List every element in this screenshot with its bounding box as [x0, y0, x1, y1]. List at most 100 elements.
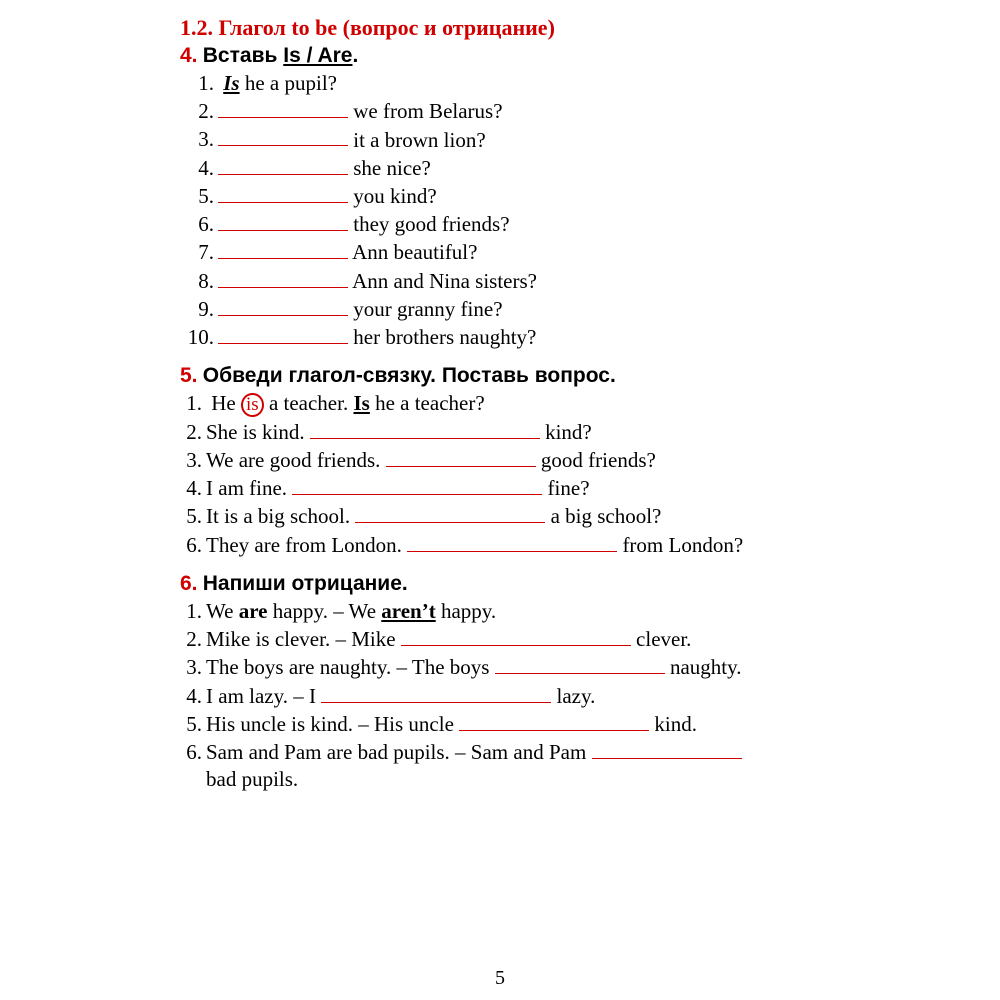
blank-field[interactable] [218, 267, 348, 288]
blank-field[interactable] [401, 625, 631, 646]
exercise-5-header: 5. Обведи глагол-связку. Поставь вопрос. [180, 363, 900, 388]
list-item: 4.I am lazy. – I lazy. [180, 682, 900, 710]
exercise-4-header: 4. Вставь Is / Are. [180, 43, 900, 68]
item-text: kind? [540, 420, 592, 444]
blank-field[interactable] [292, 474, 542, 495]
blank-field[interactable] [407, 531, 617, 552]
blank-field[interactable] [310, 418, 540, 439]
blank-field[interactable] [386, 446, 536, 467]
page-number: 5 [0, 967, 1000, 990]
item-text: He [211, 391, 236, 415]
item-text: happy. [436, 599, 496, 623]
item-number: 4. [180, 155, 214, 182]
item-text: a teacher. [269, 391, 354, 415]
item-text: a big school? [545, 504, 661, 528]
item-number: 8. [180, 268, 214, 295]
exercise-6-list: 1.We are happy. – We aren’t happy. 2.Mik… [180, 598, 900, 794]
blank-field[interactable] [321, 682, 551, 703]
blank-field[interactable] [218, 210, 348, 231]
item-number: 2. [180, 98, 214, 125]
item-number: 1. [180, 70, 214, 97]
exercise-instruction: Обведи глагол-связку. Поставь вопрос. [203, 364, 616, 387]
item-number: 5. [180, 711, 202, 738]
list-item: 6. they good friends? [180, 210, 900, 238]
blank-field[interactable] [355, 502, 545, 523]
item-number: 5. [180, 503, 202, 530]
exercise-4-list: 1. Is he a pupil? 2. we from Belarus? 3.… [180, 70, 900, 351]
item-text: The boys are naughty. – The boys [206, 655, 495, 679]
item-text: Ann and Nina sisters? [348, 269, 537, 293]
item-text: she nice? [348, 156, 431, 180]
list-item: 10. her brothers naughty? [180, 323, 900, 351]
item-number: 9. [180, 296, 214, 323]
item-text: clever. [631, 627, 692, 651]
blank-field[interactable] [218, 238, 348, 259]
item-text: lazy. [551, 684, 595, 708]
item-text: we from Belarus? [348, 99, 503, 123]
list-item: 3.We are good friends. good friends? [180, 446, 900, 474]
exercise-instruction: Вставь Is / Are. [203, 44, 359, 67]
list-item: 2. we from Belarus? [180, 97, 900, 125]
item-number: 7. [180, 239, 214, 266]
exercise-instruction: Напиши отрицание. [203, 572, 408, 595]
list-item: 8. Ann and Nina sisters? [180, 267, 900, 295]
list-item: 4.I am fine. fine? [180, 474, 900, 502]
list-item: 2.Mike is clever. – Mike clever. [180, 625, 900, 653]
item-number: 5. [180, 183, 214, 210]
list-item: 5.His uncle is kind. – His uncle kind. [180, 710, 900, 738]
item-text: fine? [542, 476, 589, 500]
blank-field[interactable] [495, 653, 665, 674]
list-item: 1. Is he a pupil? [180, 70, 900, 97]
item-text: from London? [617, 533, 743, 557]
item-number: 3. [180, 654, 202, 681]
blank-field[interactable] [218, 323, 348, 344]
list-item: 7. Ann beautiful? [180, 238, 900, 266]
answer-example: Is [353, 391, 369, 415]
item-text: I am lazy. – I [206, 684, 321, 708]
item-text: you kind? [348, 184, 437, 208]
section-title: 1.2. Глагол to be (вопрос и отрицание) [180, 15, 900, 41]
item-number: 2. [180, 419, 202, 446]
blank-field[interactable] [218, 97, 348, 118]
blank-field[interactable] [459, 710, 649, 731]
item-number: 4. [180, 683, 202, 710]
item-text: her brothers naughty? [348, 325, 536, 349]
item-text: They are from London. [206, 533, 407, 557]
item-number: 2. [180, 626, 202, 653]
item-text: It is a big school. [206, 504, 355, 528]
item-number: 1. [180, 598, 202, 625]
item-text: She is kind. [206, 420, 310, 444]
item-number: 6. [180, 739, 202, 766]
answer-example: aren’t [381, 599, 435, 623]
exercise-number: 5. [180, 364, 198, 387]
circled-word: is [241, 393, 264, 417]
item-text: he a pupil? [240, 71, 337, 95]
worksheet-page: 1.2. Глагол to be (вопрос и отрицание) 4… [0, 0, 1000, 1000]
item-text: Sam and Pam are bad pupils. – Sam and Pa… [206, 740, 592, 764]
item-text: they good friends? [348, 212, 510, 236]
exercise-number: 4. [180, 44, 198, 67]
list-item: 1. He is a teacher. Is he a teacher? [180, 390, 900, 417]
instr-tail: . [353, 44, 359, 67]
item-number: 3. [180, 126, 214, 153]
item-number: 3. [180, 447, 202, 474]
item-number: 1. [180, 390, 202, 417]
item-text: he a teacher? [370, 391, 485, 415]
exercise-6-header: 6. Напиши отрицание. [180, 571, 900, 596]
list-item: 5.It is a big school. a big school? [180, 502, 900, 530]
blank-field[interactable] [218, 126, 348, 147]
blank-field[interactable] [218, 182, 348, 203]
list-item: 5. you kind? [180, 182, 900, 210]
instr-lead: Вставь [203, 44, 283, 67]
item-text: naughty. [665, 655, 742, 679]
item-text: it a brown lion? [348, 127, 486, 151]
blank-field[interactable] [592, 738, 742, 759]
blank-field[interactable] [218, 154, 348, 175]
instr-underline: Is / Are [283, 44, 352, 67]
blank-field[interactable] [218, 295, 348, 316]
item-number: 4. [180, 475, 202, 502]
list-item: 3.The boys are naughty. – The boys naugh… [180, 653, 900, 681]
item-text: Mike is clever. – Mike [206, 627, 401, 651]
list-item: 2.She is kind. kind? [180, 418, 900, 446]
item-number: 6. [180, 532, 202, 559]
